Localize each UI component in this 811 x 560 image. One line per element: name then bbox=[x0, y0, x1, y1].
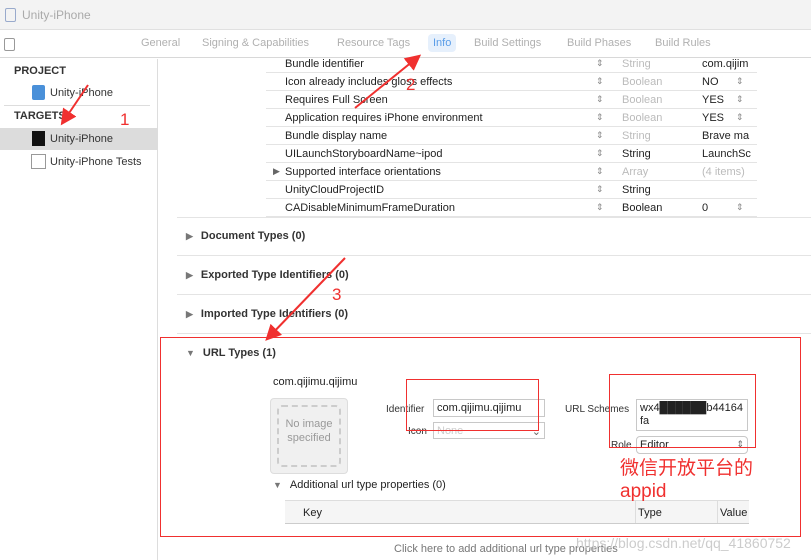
arrow-3 bbox=[265, 257, 346, 341]
arrow-1 bbox=[60, 84, 89, 126]
arrow-2 bbox=[354, 54, 422, 109]
annotation-arrows bbox=[60, 54, 422, 341]
